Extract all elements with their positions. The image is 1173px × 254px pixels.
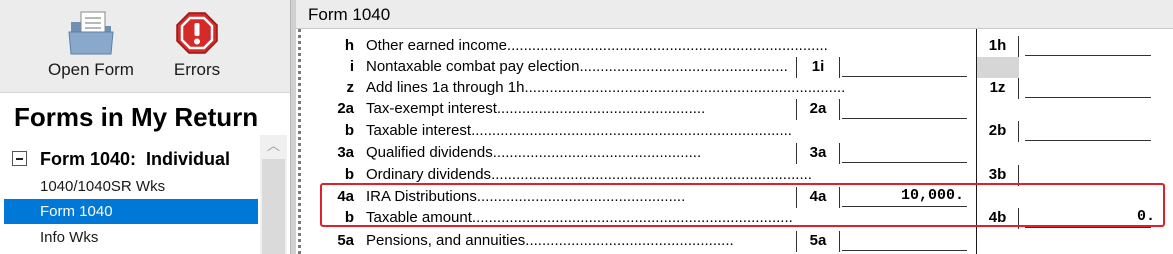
tree-group-form-1040[interactable]: Form 1040: Individual xyxy=(12,147,262,173)
line-code: 2a xyxy=(796,99,840,120)
form-tab-header: Form 1040 xyxy=(296,0,1173,29)
line-code: 1i xyxy=(796,57,840,78)
form-row-2a: 2a Tax-exempt interest..................… xyxy=(296,99,1173,120)
row-description: Pensions, and annuities.................… xyxy=(366,232,734,249)
row-number: i xyxy=(349,58,354,75)
row-description: Nontaxable combat pay election..........… xyxy=(366,58,788,75)
line-code: 2b xyxy=(977,121,1019,142)
form-row-2b: b Taxable interest......................… xyxy=(296,121,1173,142)
forms-tree: Form 1040: Individual 1040/1040SR Wks Fo… xyxy=(4,144,260,254)
line-code: 1h xyxy=(977,36,1019,57)
row-number: 3a xyxy=(337,144,354,161)
row-description: Ordinary dividends......................… xyxy=(366,166,812,183)
error-exclamation-icon xyxy=(176,12,218,54)
row-description: Taxable interest........................… xyxy=(366,122,792,139)
form-tab-title: Form 1040 xyxy=(308,5,391,24)
form-row-4a: 4a IRA Distributions....................… xyxy=(296,187,1173,208)
line-5a-amount-field[interactable] xyxy=(840,231,972,251)
form-row-1z: z Add lines 1a through 1h...............… xyxy=(296,78,1173,99)
row-number: z xyxy=(346,79,355,96)
row-number: 2a xyxy=(337,100,354,117)
line-4a-amount-field[interactable]: 10,000. xyxy=(840,187,972,207)
line-1h-amount-field[interactable] xyxy=(1019,36,1173,56)
line-3a-amount-field[interactable] xyxy=(840,143,972,163)
form-row-5a: 5a Pensions, and annuities..............… xyxy=(296,231,1173,252)
toolbar: Open Form Errors xyxy=(0,0,292,93)
form-row-3b: b Ordinary dividends....................… xyxy=(296,165,1173,186)
open-form-button[interactable]: Open Form xyxy=(36,6,146,86)
form-row-1h: h Other earned income...................… xyxy=(296,36,1173,57)
tree-item-info-wks[interactable]: Info Wks xyxy=(4,225,258,250)
tree-item-1040-1040sr-wks[interactable]: 1040/1040SR Wks xyxy=(4,174,258,199)
form-pane: Form 1040 h Other earned income.........… xyxy=(296,0,1173,254)
row-number: b xyxy=(344,209,354,226)
line-3b-amount-field[interactable] xyxy=(1019,165,1173,185)
line-code: 4b xyxy=(977,208,1019,229)
row-description: IRA Distributions.......................… xyxy=(366,188,686,205)
line-code: 3b xyxy=(977,165,1019,186)
form-row-1i: i Nontaxable combat pay election........… xyxy=(296,57,1173,78)
line-code: 5a xyxy=(796,231,840,252)
row-number: b xyxy=(344,166,354,183)
line-code: 3a xyxy=(796,143,840,164)
line-4b-amount-field[interactable]: 0. xyxy=(1019,208,1173,228)
scroll-thumb[interactable] xyxy=(262,159,285,254)
errors-label: Errors xyxy=(173,60,221,79)
scroll-up-arrow-icon[interactable]: ︿ xyxy=(260,135,287,157)
row-number: 4a xyxy=(337,188,354,205)
left-pane: Open Form Errors Forms in My Return Form… xyxy=(0,0,292,254)
open-form-label: Open Form xyxy=(48,60,134,79)
forms-panel-title: Forms in My Return xyxy=(14,102,259,132)
line-1z-amount-field[interactable] xyxy=(1019,78,1173,98)
tree-scrollbar[interactable]: ︿ xyxy=(260,135,287,254)
form-row-4b: b Taxable amount........................… xyxy=(296,208,1173,229)
line-code: 4a xyxy=(796,187,840,208)
row-description: Taxable amount..........................… xyxy=(366,209,793,226)
form-1040-view: h Other earned income...................… xyxy=(296,29,1173,254)
row-description: Tax-exempt interest.....................… xyxy=(366,100,706,117)
errors-button[interactable]: Errors xyxy=(142,6,252,86)
tree-group-label: Form 1040: Individual xyxy=(40,149,231,169)
row-description: Add lines 1a through 1h.................… xyxy=(366,79,846,96)
tree-item-form-1040[interactable]: Form 1040 xyxy=(4,199,258,224)
folder-document-icon xyxy=(68,11,114,55)
row-description: Other earned income.....................… xyxy=(366,37,828,54)
row-number: b xyxy=(344,122,354,139)
form-row-3a: 3a Qualified dividends..................… xyxy=(296,143,1173,164)
line-code: 1z xyxy=(977,78,1019,99)
row-number: h xyxy=(344,37,354,54)
row-number: 5a xyxy=(337,232,354,249)
row-description: Qualified dividends.....................… xyxy=(366,144,702,161)
collapse-icon[interactable] xyxy=(12,151,27,166)
line-1i-amount-field[interactable] xyxy=(840,57,972,77)
line-2b-amount-field[interactable] xyxy=(1019,121,1173,141)
line-2a-amount-field[interactable] xyxy=(840,99,972,119)
